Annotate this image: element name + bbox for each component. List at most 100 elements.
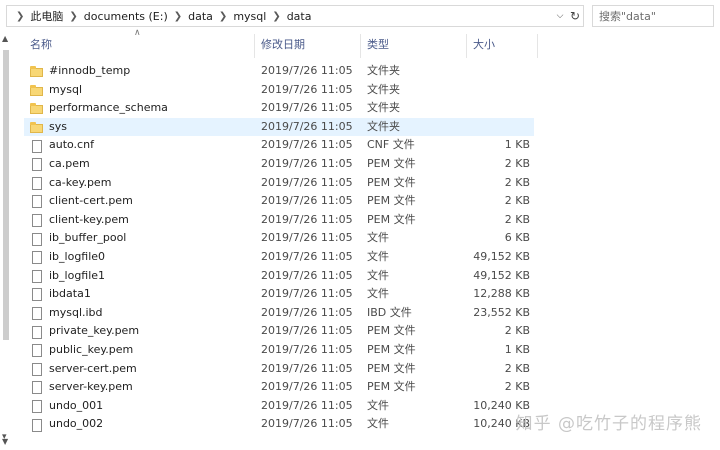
file-row[interactable]: undo_001 2019/7/26 11:05 文件 10,240 KB bbox=[24, 397, 534, 416]
chevron-right-icon[interactable]: ❯ bbox=[213, 11, 233, 22]
file-row[interactable]: public_key.pem 2019/7/26 11:05 PEM 文件 1 KB bbox=[24, 341, 534, 360]
file-name-cell: mysql.ibd bbox=[30, 304, 103, 323]
file-name: performance_schema bbox=[49, 101, 168, 115]
chevron-right-icon[interactable]: ❯ bbox=[266, 11, 286, 22]
column-header-name[interactable]: 名称 bbox=[24, 34, 255, 58]
file-row[interactable]: server-key.pem 2019/7/26 11:05 PEM 文件 2 KB bbox=[24, 378, 534, 397]
file-type: PEM 文件 bbox=[367, 380, 416, 394]
breadcrumb-mysql[interactable]: mysql bbox=[233, 10, 266, 23]
file-name: server-cert.pem bbox=[49, 361, 137, 375]
chevron-right-icon[interactable]: ❯ bbox=[10, 11, 30, 22]
address-bar[interactable]: ❯ 此电脑 ❯ documents (E:) ❯ data ❯ mysql ❯ … bbox=[6, 5, 584, 27]
file-size: 2 KB bbox=[504, 361, 530, 375]
file-icon bbox=[30, 213, 44, 228]
file-name-cell: client-cert.pem bbox=[30, 192, 133, 211]
file-type: 文件夹 bbox=[367, 64, 400, 77]
file-size: 2 KB bbox=[504, 175, 530, 189]
file-date: 2019/7/26 11:05 bbox=[261, 231, 353, 245]
file-date: 2019/7/26 11:05 bbox=[261, 194, 353, 208]
chevron-down-icon[interactable]: ⌵ bbox=[553, 11, 567, 21]
file-row[interactable]: private_key.pem 2019/7/26 11:05 PEM 文件 2 KB bbox=[24, 322, 534, 341]
file-row[interactable]: mysql.ibd 2019/7/26 11:05 IBD 文件 23,552 KB bbox=[24, 304, 534, 323]
file-type: 文件 bbox=[367, 417, 389, 431]
breadcrumb-documents[interactable]: documents (E:) bbox=[84, 10, 168, 23]
file-row[interactable]: undo_002 2019/7/26 11:05 文件 10,240 KB bbox=[24, 415, 534, 434]
file-name-cell: ca.pem bbox=[30, 155, 90, 174]
file-type: PEM 文件 bbox=[367, 175, 416, 189]
file-row[interactable]: auto.cnf 2019/7/26 11:05 CNF 文件 1 KB bbox=[24, 136, 534, 155]
file-type: 文件夹 bbox=[367, 101, 400, 115]
file-row[interactable]: mysql 2019/7/26 11:05 文件夹 bbox=[24, 81, 534, 100]
folder-icon bbox=[30, 64, 44, 78]
file-size: 1 KB bbox=[504, 138, 530, 152]
column-header-size[interactable]: 大小 bbox=[467, 34, 538, 58]
column-header-date[interactable]: 修改日期 bbox=[255, 34, 361, 58]
file-row[interactable]: ib_logfile0 2019/7/26 11:05 文件 49,152 KB bbox=[24, 248, 534, 267]
file-name: #innodb_temp bbox=[49, 64, 131, 77]
file-type: PEM 文件 bbox=[367, 194, 416, 208]
file-name-cell: auto.cnf bbox=[30, 136, 94, 155]
file-size: 1 KB bbox=[504, 342, 530, 356]
chevron-right-icon[interactable]: ❯ bbox=[168, 11, 188, 22]
file-date: 2019/7/26 11:05 bbox=[261, 156, 353, 170]
file-row[interactable]: ca.pem 2019/7/26 11:05 PEM 文件 2 KB bbox=[24, 155, 534, 174]
file-name-cell: sys bbox=[30, 118, 67, 137]
file-row[interactable]: ibdata1 2019/7/26 11:05 文件 12,288 KB bbox=[24, 285, 534, 304]
file-name: public_key.pem bbox=[49, 342, 134, 356]
file-name: ib_logfile1 bbox=[49, 268, 106, 282]
file-row[interactable]: client-cert.pem 2019/7/26 11:05 PEM 文件 2 KB bbox=[24, 192, 534, 211]
file-type: IBD 文件 bbox=[367, 305, 412, 319]
file-row[interactable]: client-key.pem 2019/7/26 11:05 PEM 文件 2 KB bbox=[24, 211, 534, 230]
file-icon bbox=[30, 232, 44, 246]
file-name: mysql bbox=[49, 82, 82, 96]
caret-up-icon[interactable]: ▲ bbox=[2, 34, 8, 43]
scrollbar[interactable]: ▲ ▼ bbox=[0, 30, 12, 450]
file-row[interactable]: #innodb_temp 2019/7/26 11:05 文件夹 bbox=[24, 62, 534, 81]
file-name: ib_logfile0 bbox=[49, 249, 106, 263]
chevron-right-icon[interactable]: ❯ bbox=[63, 11, 83, 22]
file-row[interactable]: ib_logfile1 2019/7/26 11:05 文件 49,152 KB bbox=[24, 267, 534, 286]
file-size: 6 KB bbox=[504, 231, 530, 245]
caret-down-icon[interactable]: ▾ bbox=[2, 432, 7, 442]
file-name-cell: server-key.pem bbox=[30, 378, 133, 397]
file-type: 文件 bbox=[367, 268, 389, 282]
breadcrumb-data[interactable]: data bbox=[188, 10, 213, 23]
file-name-cell: ca-key.pem bbox=[30, 174, 111, 193]
file-row[interactable]: sys 2019/7/26 11:05 文件夹 bbox=[24, 117, 534, 137]
file-icon bbox=[30, 287, 44, 302]
file-icon bbox=[30, 306, 44, 321]
file-name-cell: ib_logfile1 bbox=[30, 267, 105, 286]
file-date: 2019/7/26 11:05 bbox=[261, 212, 353, 226]
file-type: 文件 bbox=[367, 231, 389, 245]
file-name: ib_buffer_pool bbox=[49, 231, 127, 245]
file-type: 文件 bbox=[367, 287, 389, 301]
file-row[interactable]: ib_buffer_pool 2019/7/26 11:05 文件 6 KB bbox=[24, 229, 534, 248]
file-row[interactable]: server-cert.pem 2019/7/26 11:05 PEM 文件 2 KB bbox=[24, 360, 534, 379]
scrollbar-thumb[interactable] bbox=[3, 50, 9, 340]
file-date: 2019/7/26 11:05 bbox=[261, 361, 353, 375]
file-icon bbox=[30, 139, 44, 153]
file-size: 49,152 KB bbox=[473, 268, 530, 282]
file-name-cell: private_key.pem bbox=[30, 322, 139, 341]
file-date: 2019/7/26 11:05 bbox=[261, 417, 353, 431]
file-icon bbox=[30, 325, 44, 339]
file-name: undo_002 bbox=[49, 417, 104, 431]
search-input[interactable]: 搜索"data" bbox=[592, 5, 714, 27]
folder-icon bbox=[30, 83, 44, 97]
column-header-row: ∧ 名称 修改日期 类型 大小 bbox=[24, 28, 544, 58]
column-header-type[interactable]: 类型 bbox=[361, 34, 467, 58]
breadcrumb-this-pc[interactable]: 此电脑 bbox=[30, 8, 63, 24]
search-placeholder: 搜索"data" bbox=[599, 10, 656, 23]
file-name-cell: ib_logfile0 bbox=[30, 248, 105, 267]
folder-icon bbox=[30, 101, 44, 115]
file-row[interactable]: performance_schema 2019/7/26 11:05 文件夹 bbox=[24, 99, 534, 118]
file-size: 2 KB bbox=[504, 380, 530, 394]
file-row[interactable]: ca-key.pem 2019/7/26 11:05 PEM 文件 2 KB bbox=[24, 174, 534, 193]
refresh-icon[interactable]: ↻ bbox=[567, 9, 583, 23]
file-type: 文件 bbox=[367, 398, 389, 412]
file-size: 2 KB bbox=[504, 212, 530, 226]
file-name-cell: ibdata1 bbox=[30, 285, 91, 304]
file-date: 2019/7/26 11:05 bbox=[261, 64, 353, 77]
file-icon bbox=[30, 176, 44, 190]
breadcrumb-data-current[interactable]: data bbox=[287, 10, 312, 23]
